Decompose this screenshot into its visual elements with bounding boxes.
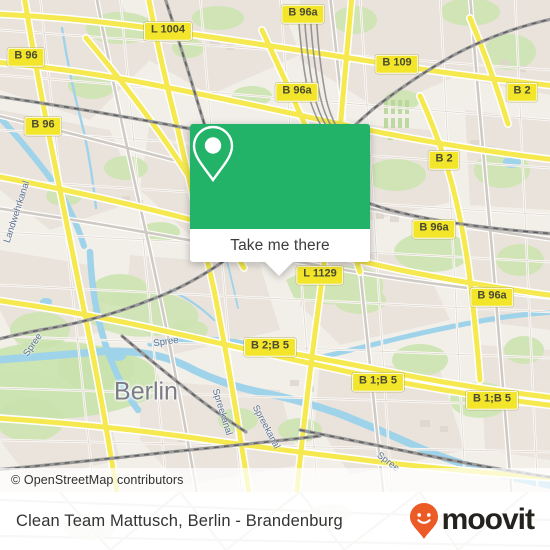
moovit-logo[interactable]: moovit [409,502,535,540]
take-me-there-button[interactable]: Take me there [190,229,370,262]
moovit-smiling-pin-icon [409,503,438,539]
moovit-wordmark: moovit [441,503,535,536]
popup-header [190,124,370,229]
road-shield: B 1;B 5 [466,390,518,410]
popup-tail [265,262,293,276]
road-shield: B 2 [506,82,538,102]
road-shield: B 96a [470,287,514,307]
map-pin-icon [192,125,234,183]
footer-bar: Clean Team Mattusch, Berlin - Brandenbur… [0,492,550,550]
moovit-map-screenshot: L 1004 B 96a B 96 B 109 B 2 B 96a B 96 B… [0,0,550,550]
road-shield: B 2 [428,150,460,170]
map-canvas[interactable]: L 1004 B 96a B 96 B 109 B 2 B 96a B 96 B… [0,0,550,492]
osm-attribution-text: © OpenStreetMap contributors [11,473,184,487]
road-shield: B 1;B 5 [352,372,404,392]
road-shield: B 96 [24,116,62,136]
road-shield: B 109 [375,54,419,74]
take-me-there-label: Take me there [230,236,330,254]
road-shield: B 96 [7,47,45,67]
city-label-berlin: Berlin [114,377,178,406]
page-title: Clean Team Mattusch, Berlin - Brandenbur… [16,511,343,530]
road-shield: L 1129 [296,265,344,285]
location-popup[interactable]: Take me there [190,124,370,276]
road-shield: B 2;B 5 [244,337,296,357]
road-shield: L 1004 [143,21,193,41]
map-attribution-bar: © OpenStreetMap contributors [0,468,550,492]
road-shield: B 96a [412,219,456,239]
road-shield: B 96a [281,4,325,24]
road-shield: B 96a [275,82,319,102]
